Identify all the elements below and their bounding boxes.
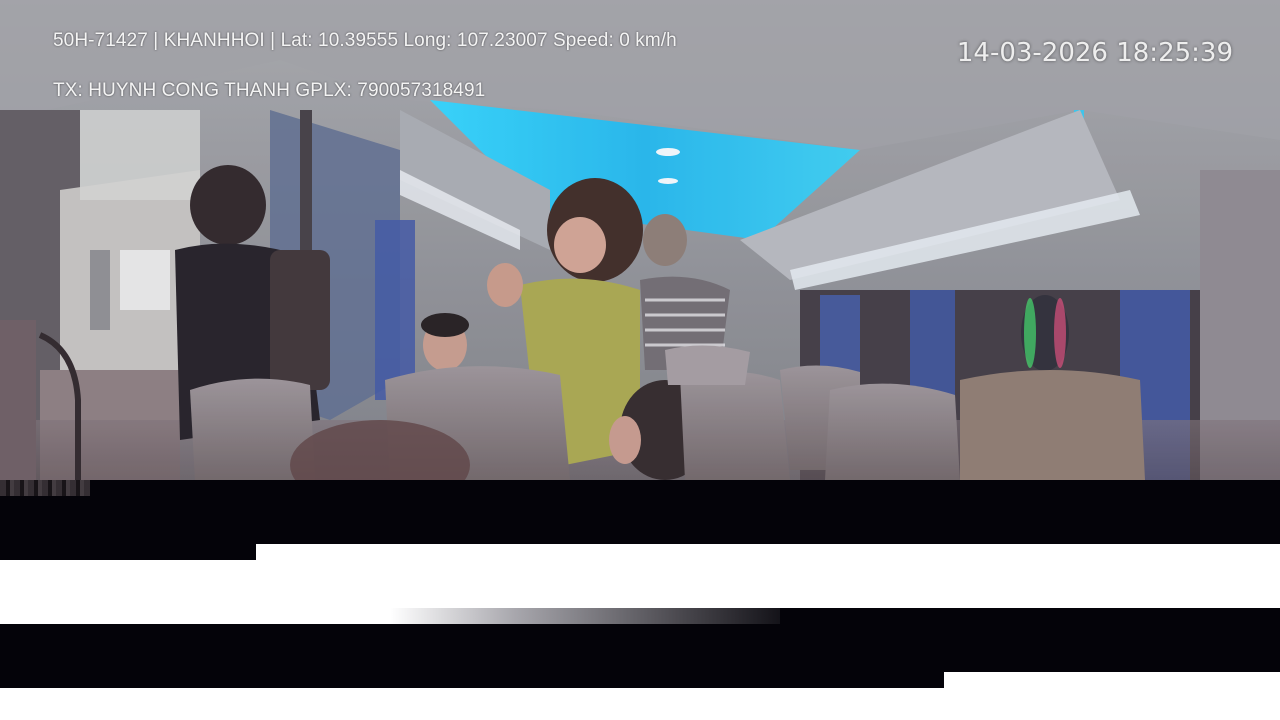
corrupted-band	[780, 608, 1280, 624]
corrupted-band	[0, 544, 256, 560]
corrupted-band	[0, 624, 1280, 672]
dashcam-screen: 50H-71427 | KHANHHOI | Lat: 10.39555 Lon…	[0, 0, 1280, 720]
bus-interior-camera-icon	[0, 0, 1280, 480]
camera-frame: 50H-71427 | KHANHHOI | Lat: 10.39555 Lon…	[0, 0, 1280, 480]
corrupted-band	[0, 480, 1280, 544]
driver-info-overlay: TX: HUYNH CONG THANH GPLX: 790057318491	[53, 80, 486, 101]
gps-info-overlay: 50H-71427 | KHANHHOI | Lat: 10.39555 Lon…	[53, 30, 677, 51]
noise-strip	[0, 480, 90, 496]
corrupted-band	[0, 672, 944, 688]
corrupted-gradient-strip	[390, 608, 810, 624]
timestamp-overlay: 14-03-2026 18:25:39	[956, 38, 1233, 68]
